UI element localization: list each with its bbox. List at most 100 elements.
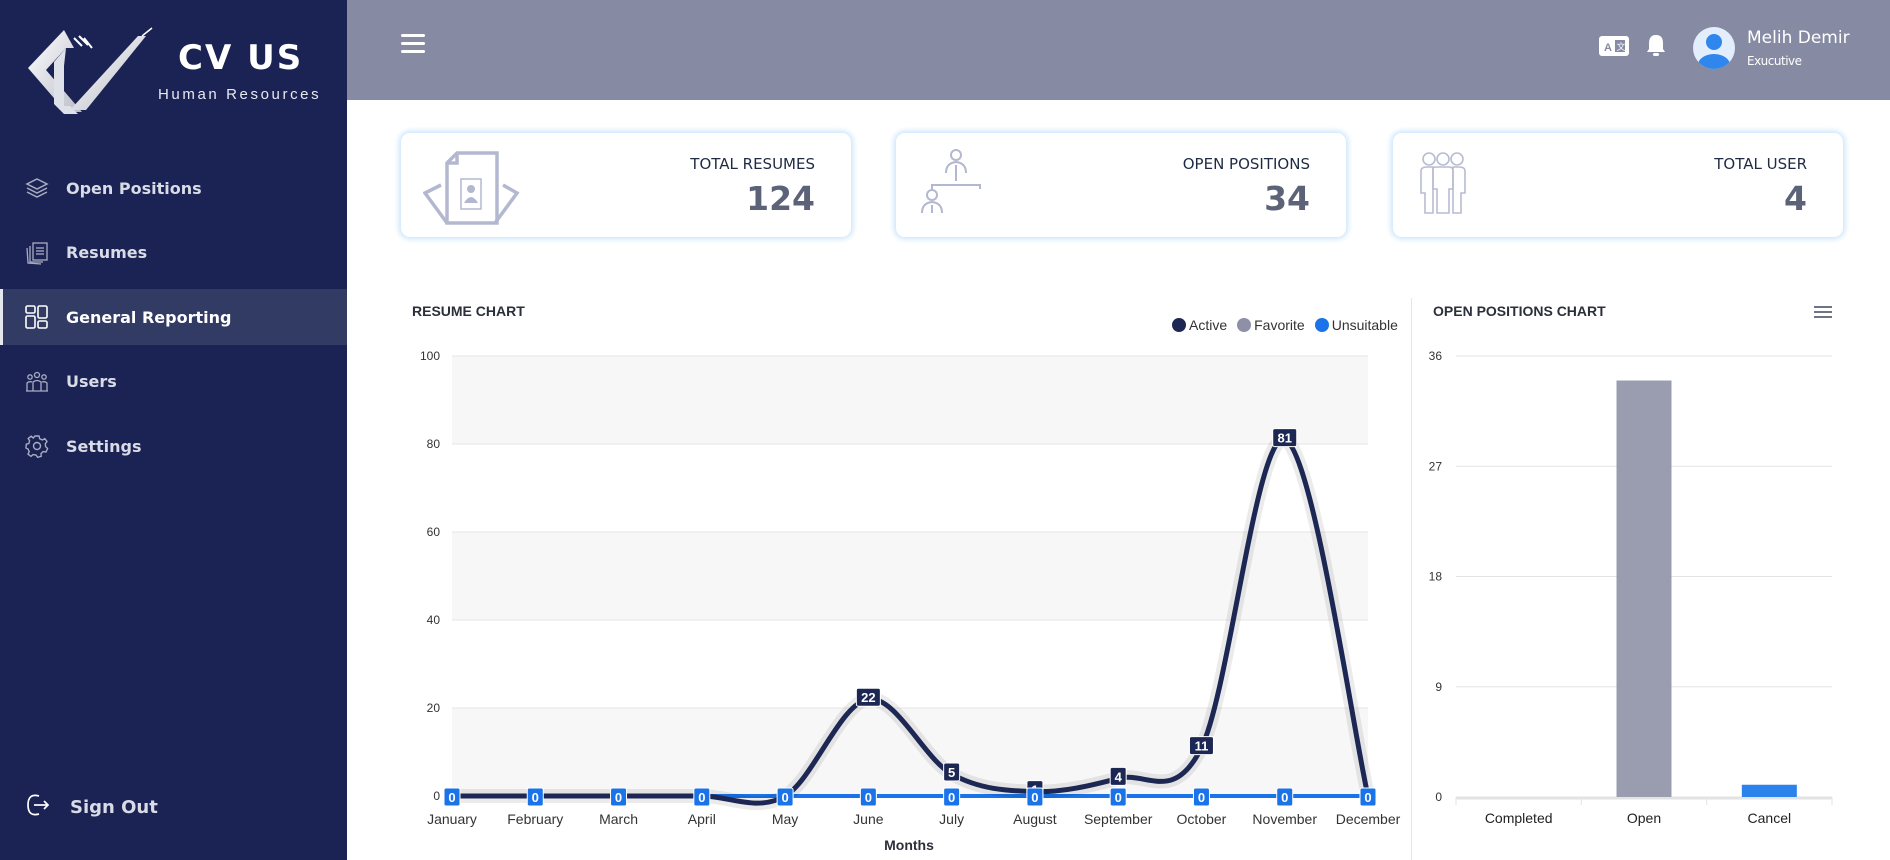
data-label-unsuitable: 0: [443, 787, 461, 807]
data-label-text: 0: [1031, 790, 1038, 805]
documents-icon: [24, 240, 49, 265]
data-label-text: 0: [781, 790, 788, 805]
sign-out-label: Sign Out: [70, 797, 158, 818]
stat-title: OPEN POSITIONS: [1182, 155, 1310, 173]
menu-line: [1814, 306, 1832, 308]
data-label-unsuitable: 0: [610, 787, 628, 807]
data-label-text: 0: [532, 790, 539, 805]
data-label-text: 5: [948, 765, 955, 780]
sidebar-item-general-reporting[interactable]: General Reporting: [0, 289, 347, 345]
sidebar-item-settings[interactable]: Settings: [0, 418, 347, 474]
users-group-icon: [24, 369, 49, 394]
data-label-unsuitable: 0: [526, 787, 544, 807]
brand-name: CV US: [178, 38, 304, 78]
svg-text:A: A: [1604, 42, 1612, 54]
user-role: Exucutive: [1747, 54, 1802, 68]
data-label-active: 22: [855, 687, 881, 707]
data-label-active: 11: [1188, 736, 1214, 756]
menu-line: [1814, 311, 1832, 313]
data-label-unsuitable: 0: [1192, 787, 1210, 807]
translate-icon[interactable]: A文: [1599, 36, 1629, 56]
layers-icon: [24, 176, 49, 201]
sidebar-item-label: Settings: [66, 436, 142, 456]
data-label-unsuitable: 0: [1109, 787, 1127, 807]
x-tick-label: May: [772, 811, 798, 827]
data-label-active: 5: [943, 762, 961, 782]
sidebar-nav: Open Positions Resumes General Reporting…: [0, 160, 347, 483]
org-chart-icon: [918, 149, 1018, 225]
x-tick-label: February: [507, 811, 563, 827]
y-tick-label: 40: [427, 613, 441, 627]
sidebar-item-open-positions[interactable]: Open Positions: [0, 160, 347, 216]
menu-toggle-button[interactable]: [401, 34, 427, 58]
sidebar-item-label: Users: [66, 372, 117, 391]
data-label-text: 0: [1115, 790, 1122, 805]
stat-title: TOTAL USER: [1714, 155, 1807, 173]
x-tick-label: September: [1084, 811, 1153, 827]
hamburger-line: [401, 34, 425, 37]
stat-value: 4: [1784, 179, 1807, 218]
data-label-text: 4: [1115, 769, 1123, 784]
users-icon: [1415, 149, 1515, 225]
brand-logo[interactable]: CV US Human Resources: [24, 26, 324, 122]
grid-band: [452, 356, 1368, 444]
gear-icon: [24, 434, 49, 459]
sidebar: CV US Human Resources Open Positions Res…: [0, 0, 347, 860]
data-label-text: 11: [1195, 739, 1209, 754]
chart-menu-icon[interactable]: [1814, 306, 1832, 320]
sidebar-item-resumes[interactable]: Resumes: [0, 225, 347, 281]
sidebar-item-label: General Reporting: [66, 307, 232, 327]
data-label-unsuitable: 0: [1359, 787, 1377, 807]
x-tick-label: Open: [1627, 810, 1661, 826]
x-tick-label: March: [599, 811, 638, 827]
resume-chart: 020406080100January February March April May…: [420, 349, 1401, 853]
x-tick-label: June: [853, 811, 884, 827]
data-label-text: 0: [698, 790, 705, 805]
data-label-unsuitable: 0: [943, 787, 961, 807]
data-label-text: 0: [615, 790, 622, 805]
data-label-active: 81: [1272, 428, 1298, 448]
x-tick-label: August: [1013, 811, 1057, 827]
y-tick-label: 9: [1435, 680, 1442, 694]
stat-title: TOTAL RESUMES: [690, 155, 815, 173]
user-name[interactable]: Melih Demir: [1747, 28, 1850, 48]
data-label-unsuitable: 0: [859, 787, 877, 807]
notification-bell-icon[interactable]: [1645, 33, 1667, 59]
sign-out-button[interactable]: Sign Out: [26, 792, 158, 823]
sidebar-item-users[interactable]: Users: [0, 354, 347, 410]
stat-card-open-positions[interactable]: OPEN POSITIONS 34: [896, 133, 1346, 237]
data-label-unsuitable: 0: [776, 787, 794, 807]
y-tick-label: 0: [1435, 790, 1442, 804]
avatar[interactable]: [1693, 27, 1735, 69]
y-tick-label: 18: [1429, 570, 1443, 584]
open-positions-chart-title: OPEN POSITIONS CHART: [1433, 303, 1606, 319]
menu-line: [1814, 316, 1832, 318]
stat-card-total-resumes[interactable]: TOTAL RESUMES 124: [401, 133, 851, 237]
x-tick-label: October: [1177, 811, 1227, 827]
sidebar-item-label: Resumes: [66, 243, 148, 262]
y-tick-label: 20: [427, 701, 441, 715]
data-label-text: 22: [861, 690, 875, 705]
data-label-unsuitable: 0: [1026, 787, 1044, 807]
data-label-text: 0: [1281, 790, 1288, 805]
open-positions-chart: 0 9 18 27 36 Completed Open Cancel: [1429, 349, 1833, 826]
data-label-text: 0: [1364, 790, 1371, 805]
brand-subtitle: Human Resources: [158, 86, 322, 103]
x-tick-label: Completed: [1485, 810, 1553, 826]
data-label-text: 81: [1277, 431, 1291, 446]
stat-card-total-user[interactable]: TOTAL USER 4: [1393, 133, 1843, 237]
sign-out-icon: [26, 792, 50, 823]
x-tick-label: July: [939, 811, 964, 827]
y-tick-label: 27: [1429, 459, 1443, 473]
hamburger-line: [401, 50, 425, 53]
x-axis-title: Months: [884, 837, 934, 853]
stat-value: 124: [746, 179, 815, 218]
data-label-text: 0: [865, 790, 872, 805]
y-tick-label: 60: [427, 525, 441, 539]
x-tick-label: November: [1252, 811, 1317, 827]
svg-text:文: 文: [1617, 41, 1626, 52]
data-label-active: 4: [1109, 766, 1127, 786]
y-tick-label: 36: [1429, 349, 1443, 363]
stat-value: 34: [1264, 179, 1310, 218]
y-tick-label: 0: [433, 789, 440, 803]
